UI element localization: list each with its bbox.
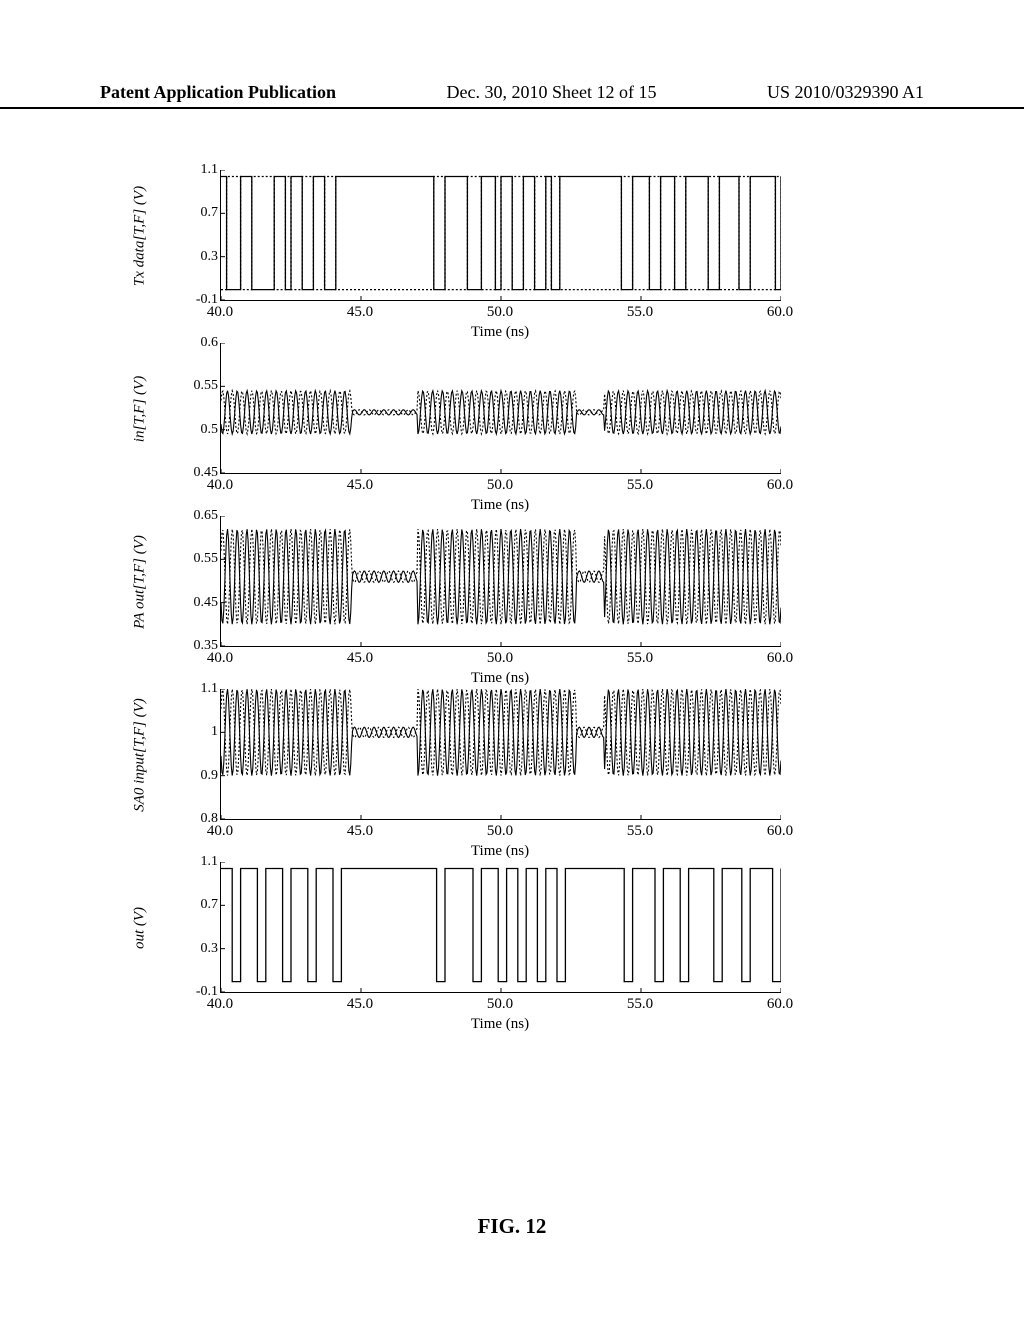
- figure-caption: FIG. 12: [0, 1214, 1024, 1239]
- y-tick: 0.5: [172, 422, 218, 438]
- y-tick: 0.9: [172, 768, 218, 784]
- y-ticks: -0.10.30.71.1: [172, 862, 218, 993]
- x-tick: 45.0: [347, 823, 373, 840]
- plot-area: [220, 862, 781, 993]
- charts-column: Tx data[T,F] (V)-0.10.30.71.140.045.050.…: [150, 170, 780, 1035]
- x-tick: 45.0: [347, 650, 373, 667]
- y-tick: 0.55: [172, 551, 218, 567]
- y-ticks: 0.450.50.550.6: [172, 343, 218, 474]
- y-ticks: 0.80.911.1: [172, 689, 218, 820]
- y-tick: 1.1: [172, 854, 218, 870]
- x-tick: 60.0: [767, 477, 793, 494]
- x-tick: 40.0: [207, 823, 233, 840]
- xlabel: Time (ns): [220, 670, 780, 687]
- x-tick: 60.0: [767, 823, 793, 840]
- chart-0: Tx data[T,F] (V)-0.10.30.71.140.045.050.…: [150, 170, 780, 301]
- x-tick: 45.0: [347, 996, 373, 1013]
- x-tick: 50.0: [487, 304, 513, 321]
- ylabel: Tx data[T,F] (V): [132, 185, 149, 285]
- plot-area: [220, 516, 781, 647]
- y-ticks: 0.350.450.550.65: [172, 516, 218, 647]
- chart-4: out (V)-0.10.30.71.140.045.050.055.060.0…: [150, 862, 780, 993]
- x-tick: 60.0: [767, 650, 793, 667]
- ylabel: PA out[T,F] (V): [132, 535, 149, 629]
- page-header: Patent Application Publication Dec. 30, …: [0, 82, 1024, 109]
- chart-1: in[T,F] (V)0.450.50.550.640.045.050.055.…: [150, 343, 780, 474]
- y-tick: 0.3: [172, 249, 218, 265]
- y-tick: 0.7: [172, 897, 218, 913]
- y-tick: 0.6: [172, 335, 218, 351]
- y-ticks: -0.10.30.71.1: [172, 170, 218, 301]
- x-tick: 50.0: [487, 477, 513, 494]
- plot-area: [220, 689, 781, 820]
- trace-out: [221, 869, 781, 982]
- ylabel: in[T,F] (V): [132, 375, 149, 441]
- x-tick: 55.0: [627, 823, 653, 840]
- y-tick: 1: [172, 724, 218, 740]
- ylabel: out (V): [132, 906, 149, 948]
- x-tick: 55.0: [627, 304, 653, 321]
- y-tick: 0.3: [172, 941, 218, 957]
- chart-2: PA out[T,F] (V)0.350.450.550.6540.045.05…: [150, 516, 780, 647]
- x-tick: 40.0: [207, 996, 233, 1013]
- x-tick: 55.0: [627, 477, 653, 494]
- x-tick: 55.0: [627, 650, 653, 667]
- plot-area: [220, 170, 781, 301]
- y-tick: 0.45: [172, 595, 218, 611]
- chart-3: SA0 input[T,F] (V)0.80.911.140.045.050.0…: [150, 689, 780, 820]
- header-sheet: Dec. 30, 2010 Sheet 12 of 15: [447, 82, 657, 103]
- x-tick: 40.0: [207, 304, 233, 321]
- x-tick: 55.0: [627, 996, 653, 1013]
- header-patent-number: US 2010/0329390 A1: [767, 82, 924, 103]
- x-tick: 60.0: [767, 304, 793, 321]
- xlabel: Time (ns): [220, 843, 780, 860]
- xlabel: Time (ns): [220, 1016, 780, 1033]
- x-tick: 50.0: [487, 823, 513, 840]
- x-tick: 40.0: [207, 477, 233, 494]
- x-tick: 50.0: [487, 650, 513, 667]
- x-tick: 50.0: [487, 996, 513, 1013]
- x-tick: 45.0: [347, 304, 373, 321]
- ylabel: SA0 input[T,F] (V): [132, 698, 149, 811]
- y-tick: 0.65: [172, 508, 218, 524]
- x-tick: 45.0: [347, 477, 373, 494]
- header-publication: Patent Application Publication: [100, 82, 336, 103]
- trace-T: [221, 689, 781, 776]
- x-tick: 60.0: [767, 996, 793, 1013]
- plot-area: [220, 343, 781, 474]
- y-tick: 1.1: [172, 162, 218, 178]
- y-tick: 1.1: [172, 681, 218, 697]
- xlabel: Time (ns): [220, 324, 780, 341]
- xlabel: Time (ns): [220, 497, 780, 514]
- y-tick: 0.7: [172, 205, 218, 221]
- y-tick: 0.55: [172, 378, 218, 394]
- x-tick: 40.0: [207, 650, 233, 667]
- trace-F: [221, 177, 781, 290]
